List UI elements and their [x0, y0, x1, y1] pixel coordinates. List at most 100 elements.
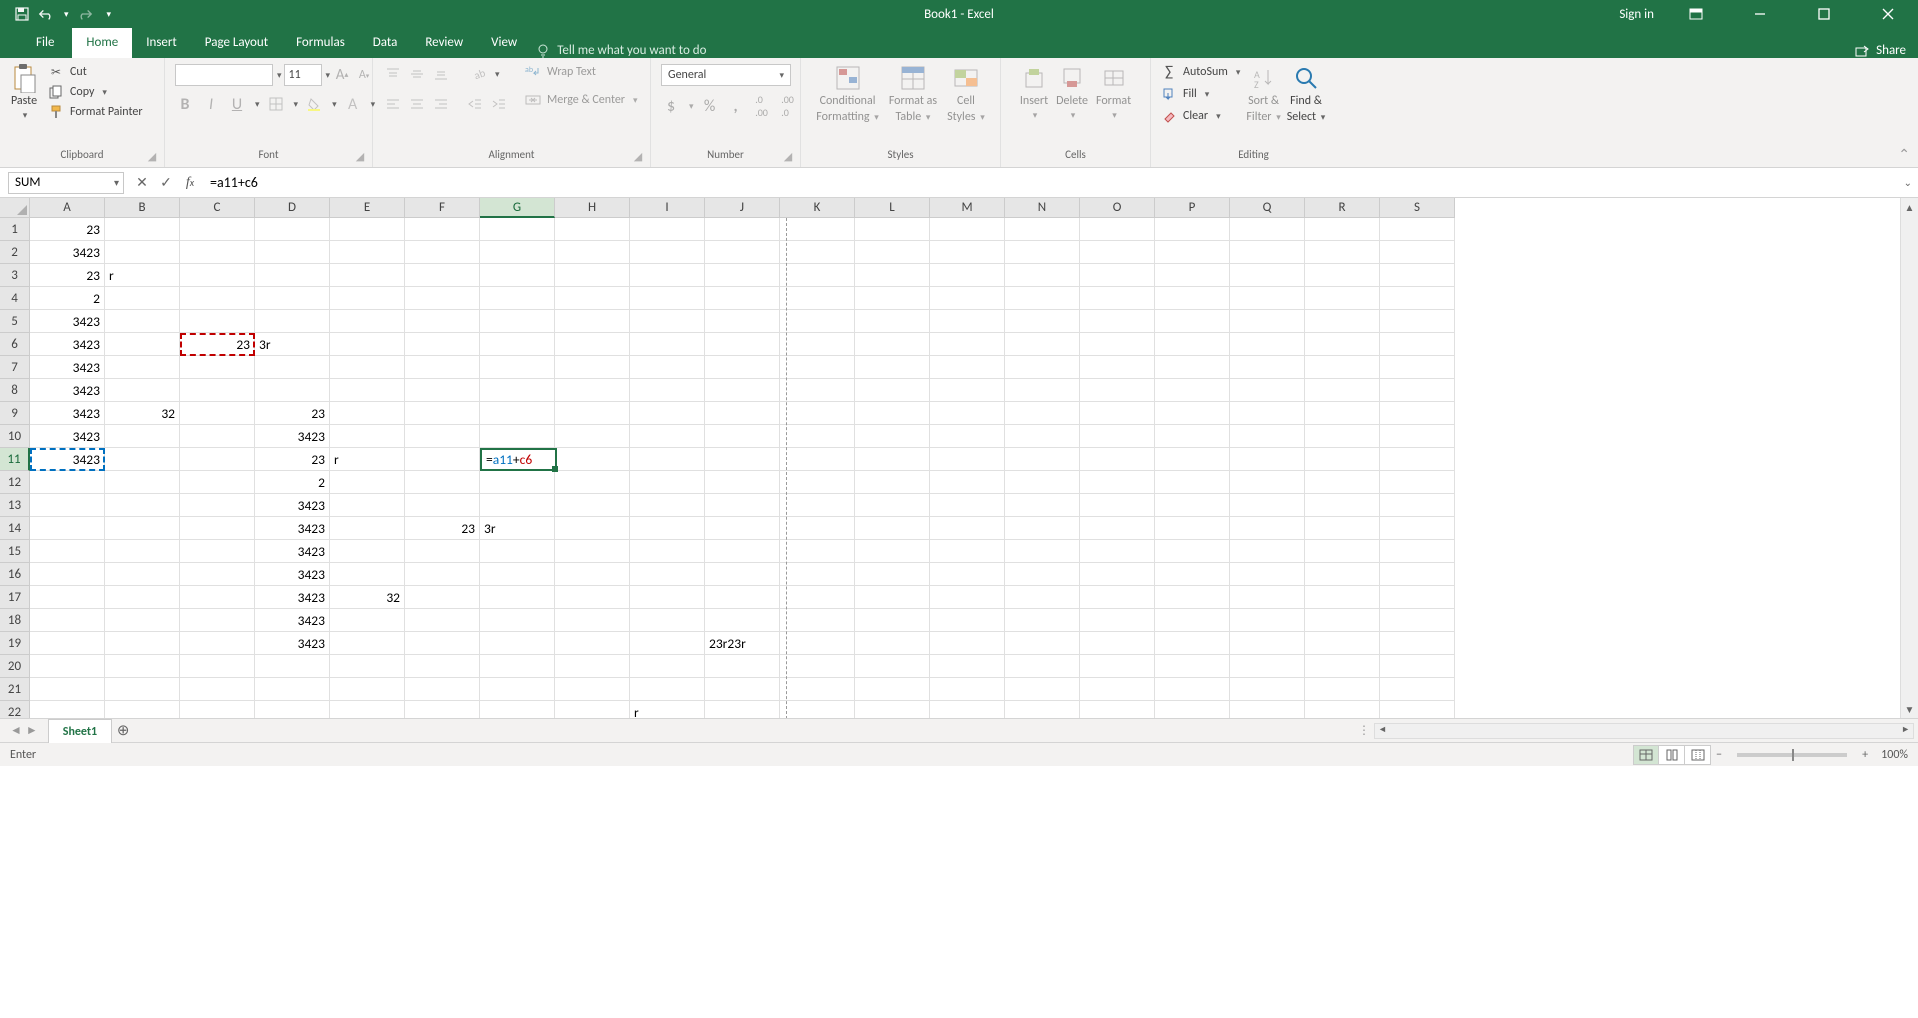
cell-A13[interactable]: [30, 494, 105, 517]
row-header-14[interactable]: 14: [0, 517, 30, 540]
cell-L20[interactable]: [855, 655, 930, 678]
cell-P10[interactable]: [1155, 425, 1230, 448]
cell-M21[interactable]: [930, 678, 1005, 701]
cell-O14[interactable]: [1080, 517, 1155, 540]
cell-C1[interactable]: [180, 218, 255, 241]
close-button[interactable]: [1866, 0, 1910, 28]
cell-H1[interactable]: [555, 218, 630, 241]
tell-me[interactable]: Tell me what you want to do: [535, 42, 706, 58]
align-middle-button[interactable]: [407, 64, 427, 84]
cell-G19[interactable]: [480, 632, 555, 655]
row-header-18[interactable]: 18: [0, 609, 30, 632]
cell-I10[interactable]: [630, 425, 705, 448]
cell-O18[interactable]: [1080, 609, 1155, 632]
column-header-O[interactable]: O: [1080, 198, 1155, 218]
tab-insert[interactable]: Insert: [132, 28, 191, 58]
cell-M19[interactable]: [930, 632, 1005, 655]
cell-D8[interactable]: [255, 379, 330, 402]
row-header-7[interactable]: 7: [0, 356, 30, 379]
cell-O8[interactable]: [1080, 379, 1155, 402]
format-painter-button[interactable]: Format Painter: [48, 104, 143, 120]
cell-K20[interactable]: [780, 655, 855, 678]
cell-J14[interactable]: [705, 517, 780, 540]
cell-I1[interactable]: [630, 218, 705, 241]
cell-D16[interactable]: 3423: [255, 563, 330, 586]
cell-N7[interactable]: [1005, 356, 1080, 379]
tab-formulas[interactable]: Formulas: [282, 28, 359, 58]
column-header-C[interactable]: C: [180, 198, 255, 218]
column-header-E[interactable]: E: [330, 198, 405, 218]
cell-P2[interactable]: [1155, 241, 1230, 264]
copy-button[interactable]: Copy▾: [48, 84, 143, 100]
tab-file[interactable]: File: [18, 28, 72, 58]
cell-I4[interactable]: [630, 287, 705, 310]
cell-J8[interactable]: [705, 379, 780, 402]
cell-S20[interactable]: [1380, 655, 1455, 678]
cell-D5[interactable]: [255, 310, 330, 333]
row-header-6[interactable]: 6: [0, 333, 30, 356]
cell-Q7[interactable]: [1230, 356, 1305, 379]
zoom-slider[interactable]: [1737, 753, 1847, 757]
cell-C17[interactable]: [180, 586, 255, 609]
align-bottom-button[interactable]: [431, 64, 451, 84]
cell-B17[interactable]: [105, 586, 180, 609]
cell-Q5[interactable]: [1230, 310, 1305, 333]
cell-L7[interactable]: [855, 356, 930, 379]
cell-N8[interactable]: [1005, 379, 1080, 402]
cell-R1[interactable]: [1305, 218, 1380, 241]
decrease-font-size-button[interactable]: A▾: [354, 65, 374, 85]
cell-F19[interactable]: [405, 632, 480, 655]
cell-J21[interactable]: [705, 678, 780, 701]
cell-N19[interactable]: [1005, 632, 1080, 655]
cell-J1[interactable]: [705, 218, 780, 241]
row-header-19[interactable]: 19: [0, 632, 30, 655]
cell-G7[interactable]: [480, 356, 555, 379]
cell-O19[interactable]: [1080, 632, 1155, 655]
cell-K17[interactable]: [780, 586, 855, 609]
cell-I18[interactable]: [630, 609, 705, 632]
cell-K1[interactable]: [780, 218, 855, 241]
cell-P20[interactable]: [1155, 655, 1230, 678]
select-all-corner[interactable]: [0, 198, 30, 218]
cell-J18[interactable]: [705, 609, 780, 632]
sheet-nav-prev-icon[interactable]: ◄: [10, 723, 22, 738]
cell-C7[interactable]: [180, 356, 255, 379]
cell-K19[interactable]: [780, 632, 855, 655]
cell-E17[interactable]: 32: [330, 586, 405, 609]
cell-O16[interactable]: [1080, 563, 1155, 586]
comma-format-button[interactable]: ,: [726, 96, 746, 116]
cell-P9[interactable]: [1155, 402, 1230, 425]
cell-Q8[interactable]: [1230, 379, 1305, 402]
cell-E20[interactable]: [330, 655, 405, 678]
name-box[interactable]: SUM▾: [8, 172, 124, 194]
cell-H17[interactable]: [555, 586, 630, 609]
cell-C12[interactable]: [180, 471, 255, 494]
cell-S3[interactable]: [1380, 264, 1455, 287]
cell-O2[interactable]: [1080, 241, 1155, 264]
cell-D19[interactable]: 3423: [255, 632, 330, 655]
cell-R11[interactable]: [1305, 448, 1380, 471]
cell-R10[interactable]: [1305, 425, 1380, 448]
fill-color-button[interactable]: [304, 94, 324, 114]
cell-C15[interactable]: [180, 540, 255, 563]
cell-E8[interactable]: [330, 379, 405, 402]
cell-L14[interactable]: [855, 517, 930, 540]
cell-Q2[interactable]: [1230, 241, 1305, 264]
cell-L15[interactable]: [855, 540, 930, 563]
worksheet-grid[interactable]: ABCDEFGHIJKLMNOPQRS 12345678910111213141…: [0, 198, 1918, 718]
cell-E19[interactable]: [330, 632, 405, 655]
cell-C6[interactable]: 23: [180, 333, 255, 356]
dialog-launcher-icon[interactable]: ◢: [354, 150, 366, 162]
cell-B10[interactable]: [105, 425, 180, 448]
cell-N17[interactable]: [1005, 586, 1080, 609]
cell-H7[interactable]: [555, 356, 630, 379]
cell-Q16[interactable]: [1230, 563, 1305, 586]
cell-R21[interactable]: [1305, 678, 1380, 701]
cell-M1[interactable]: [930, 218, 1005, 241]
insert-function-button[interactable]: fx: [178, 172, 202, 194]
align-center-button[interactable]: [407, 94, 427, 114]
cell-R9[interactable]: [1305, 402, 1380, 425]
cell-K13[interactable]: [780, 494, 855, 517]
underline-button[interactable]: U: [227, 94, 247, 114]
autosum-button[interactable]: ∑AutoSum▾: [1161, 64, 1240, 80]
